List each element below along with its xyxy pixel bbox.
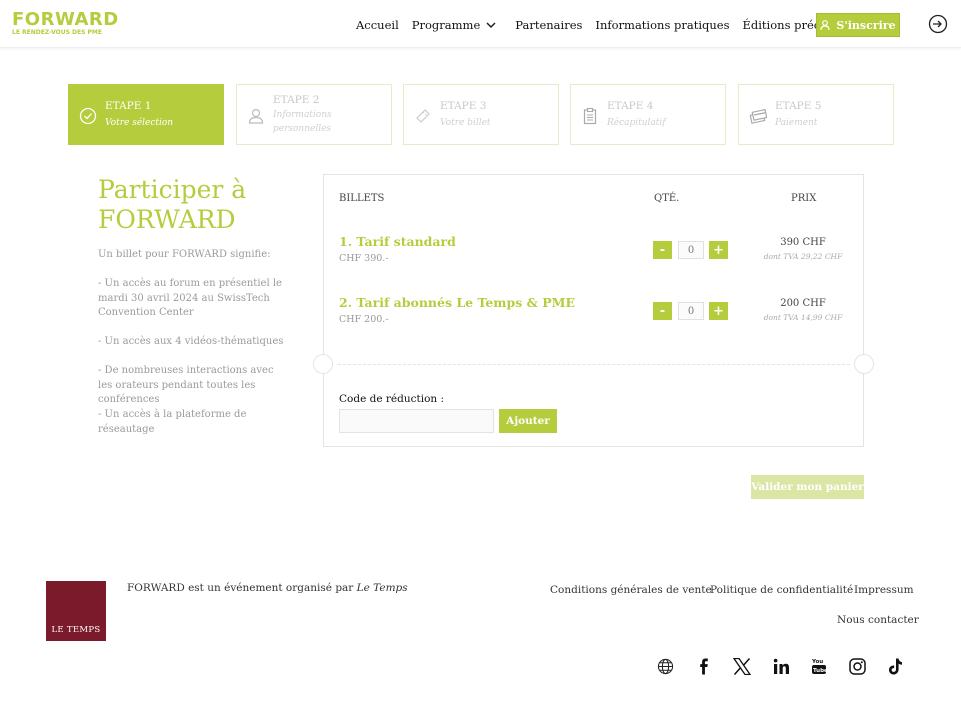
- facebook-icon[interactable]: [694, 656, 714, 676]
- register-label: S'inscrire: [836, 18, 896, 32]
- step-3: ETAPE 3 Votre billet: [403, 84, 559, 145]
- check-circle-icon: [79, 107, 97, 125]
- step-5: ETAPE 5 Paiement: [738, 84, 894, 145]
- step-2: ETAPE 2 Informations personnelles: [236, 84, 392, 145]
- nav-partenaires[interactable]: Partenaires: [515, 18, 582, 32]
- logo-tagline: LE RENDEZ-VOUS DES PME: [12, 29, 103, 36]
- ticket-name: 2. Tarif abonnés Le Temps & PME: [339, 295, 576, 310]
- main-nav: Accueil Programme Partenaires Informatio…: [356, 18, 883, 32]
- le-temps-logo-text: LE TEMPS: [51, 625, 101, 635]
- step-1[interactable]: ETAPE 1 Votre sélection: [68, 84, 224, 145]
- intro-paragraph: - Un accès au forum en présentiel le mar…: [98, 278, 282, 318]
- nav-programme[interactable]: Programme: [412, 18, 498, 32]
- globe-icon[interactable]: [655, 656, 675, 676]
- validate-cart-button[interactable]: Valider mon panier: [751, 475, 864, 499]
- footer-link-privacy[interactable]: Politique de confidentialité: [710, 584, 853, 596]
- step-title: ETAPE 4: [607, 100, 654, 112]
- svg-text:Tube: Tube: [813, 668, 827, 674]
- dashed-divider: [338, 364, 850, 365]
- register-button[interactable]: S'inscrire: [816, 13, 900, 37]
- step-subtitle: Récapitulatif: [607, 118, 666, 128]
- ticket-tva: dont TVA 14,99 CHF: [763, 313, 843, 322]
- intro-paragraph: - Un accès aux 4 vidéos-thématiques: [98, 336, 284, 347]
- instagram-icon[interactable]: [847, 656, 867, 676]
- step-subtitle: Votre billet: [440, 118, 491, 128]
- footer-link-contact[interactable]: Nous contacter: [837, 614, 919, 626]
- chevron-down-icon: [486, 22, 496, 29]
- step-title: ETAPE 5: [775, 100, 822, 112]
- nav-label: Partenaires: [515, 18, 583, 32]
- nav-label: Informations pratiques: [595, 18, 730, 32]
- ticket-base-price: CHF 200.-: [339, 314, 389, 325]
- x-icon[interactable]: [732, 656, 752, 676]
- ticket-tva: dont TVA 29,22 CHF: [763, 252, 843, 261]
- nav-label: Programme: [411, 18, 481, 32]
- ticket-price: 200 CHF: [780, 298, 826, 309]
- footer-link-cgv[interactable]: Conditions générales de vente: [550, 584, 712, 596]
- ticket-price: 390 CHF: [780, 237, 826, 248]
- ticket-notch: [854, 354, 874, 374]
- step-subtitle: Paiement: [775, 118, 818, 128]
- le-temps-logo[interactable]: LE TEMPS: [46, 581, 106, 641]
- quantity-plus-button[interactable]: +: [709, 302, 728, 320]
- credit-card-icon: [749, 108, 767, 124]
- intro-paragraph: - Un accès à la plateforme de réseautage: [98, 409, 247, 435]
- page-title: Participer à FORWARD: [98, 175, 247, 234]
- ticket-panel: BILLETS QTÉ. PRIX 1. Tarif standard CHF …: [313, 174, 874, 447]
- quantity-plus-button[interactable]: +: [709, 241, 728, 259]
- tiktok-icon[interactable]: [885, 656, 905, 676]
- col-header-prix: PRIX: [791, 193, 817, 204]
- add-code-button[interactable]: Ajouter: [499, 409, 557, 433]
- user-icon: [248, 108, 264, 124]
- nav-informations[interactable]: Informations pratiques: [595, 18, 729, 32]
- ticket-name: 1. Tarif standard: [339, 234, 456, 249]
- quantity-value[interactable]: 0: [678, 241, 704, 259]
- ticket-icon: [416, 109, 430, 123]
- step-subtitle: Informations personnelles: [273, 110, 332, 134]
- footer-link-impressum[interactable]: Impressum: [854, 584, 914, 596]
- clipboard-icon: [583, 107, 597, 125]
- site-header: FORWARD LE RENDEZ-VOUS DES PME Accueil P…: [0, 0, 961, 48]
- col-header-qte: QTÉ.: [654, 193, 680, 204]
- discount-code-input[interactable]: [339, 409, 494, 433]
- forward-logo[interactable]: FORWARD LE RENDEZ-VOUS DES PME: [12, 11, 119, 37]
- nav-accueil[interactable]: Accueil: [356, 18, 399, 32]
- quantity-value[interactable]: 0: [678, 302, 704, 320]
- nav-label: Accueil: [356, 18, 399, 32]
- ticket-notch: [313, 354, 333, 374]
- quantity-minus-button[interactable]: -: [653, 241, 672, 259]
- step-subtitle: Votre sélection: [105, 118, 174, 128]
- intro-paragraph: - De nombreuses interactions avec les or…: [98, 365, 274, 405]
- youtube-icon[interactable]: You Tube: [809, 656, 829, 676]
- step-4: ETAPE 4 Récapitulatif: [570, 84, 726, 145]
- discount-code-label: Code de réduction :: [339, 393, 445, 405]
- step-title: ETAPE 2: [273, 94, 320, 106]
- logo-name: FORWARD: [12, 9, 119, 30]
- intro-paragraph: Un billet pour FORWARD signifie:: [98, 249, 271, 260]
- svg-text:You: You: [811, 659, 823, 665]
- login-icon[interactable]: [928, 14, 948, 34]
- step-title: ETAPE 1: [105, 100, 152, 112]
- organizer-link[interactable]: Le Temps: [357, 582, 408, 594]
- user-plus-icon: [820, 20, 831, 31]
- quantity-minus-button[interactable]: -: [653, 302, 672, 320]
- step-title: ETAPE 3: [440, 100, 487, 112]
- organizer-prefix: FORWARD est un événement organisé par: [127, 582, 357, 594]
- organizer-text: FORWARD est un événement organisé par Le…: [127, 582, 408, 594]
- linkedin-icon[interactable]: [771, 656, 791, 676]
- col-header-billets: BILLETS: [339, 193, 385, 204]
- ticket-base-price: CHF 390.-: [339, 253, 389, 264]
